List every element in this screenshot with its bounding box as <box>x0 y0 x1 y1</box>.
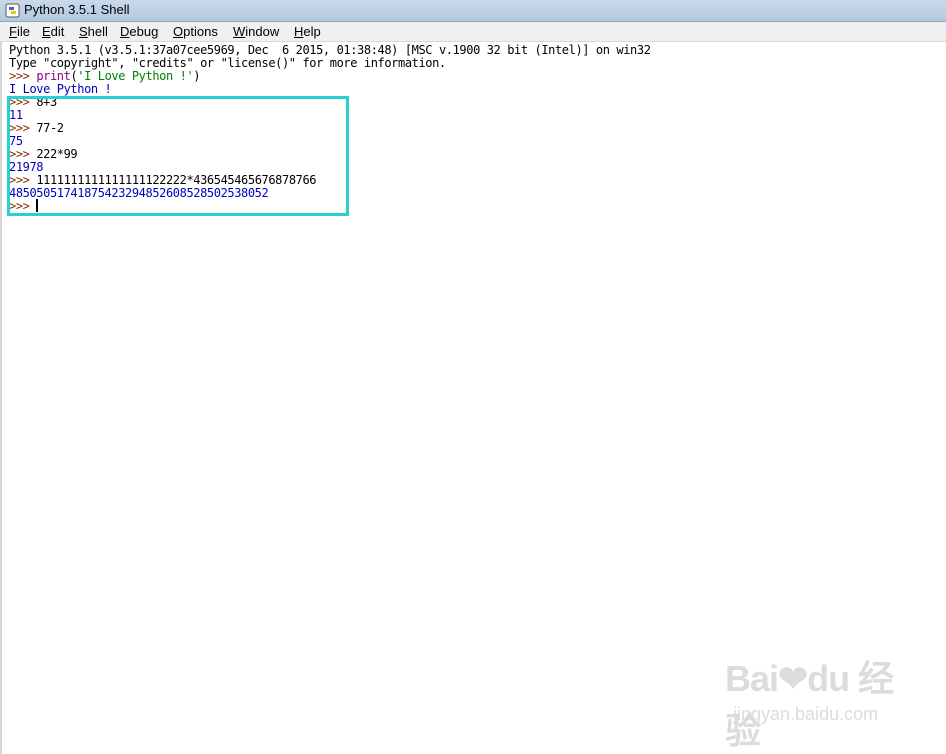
menu-edit[interactable]: Edit <box>42 24 64 39</box>
menu-debug[interactable]: Debug <box>120 24 158 39</box>
menu-options[interactable]: Options <box>173 24 218 39</box>
menu-shell[interactable]: Shell <box>79 24 108 39</box>
prompt: >>> <box>9 69 37 83</box>
watermark-logo: Bai❤du 经验 <box>725 658 894 751</box>
window-title: Python 3.5.1 Shell <box>24 2 130 17</box>
menu-bar: File Edit Shell Debug Options Window Hel… <box>0 22 946 42</box>
print-close-paren: ) <box>193 69 201 83</box>
window-left-edge <box>0 42 2 754</box>
menu-file[interactable]: File <box>9 24 30 39</box>
menu-help[interactable]: Help <box>294 24 321 39</box>
title-bar: Python 3.5.1 Shell <box>0 0 946 22</box>
highlight-annotation-box <box>7 96 349 216</box>
menu-window[interactable]: Window <box>233 24 279 39</box>
print-keyword: print <box>36 69 71 83</box>
python-idle-icon <box>5 3 20 18</box>
print-string: 'I Love Python !' <box>77 69 194 83</box>
baidu-jingyan-watermark: Bai❤du 经验 jingyan.baidu.com <box>725 650 925 751</box>
watermark-url: jingyan.baidu.com <box>733 704 879 724</box>
